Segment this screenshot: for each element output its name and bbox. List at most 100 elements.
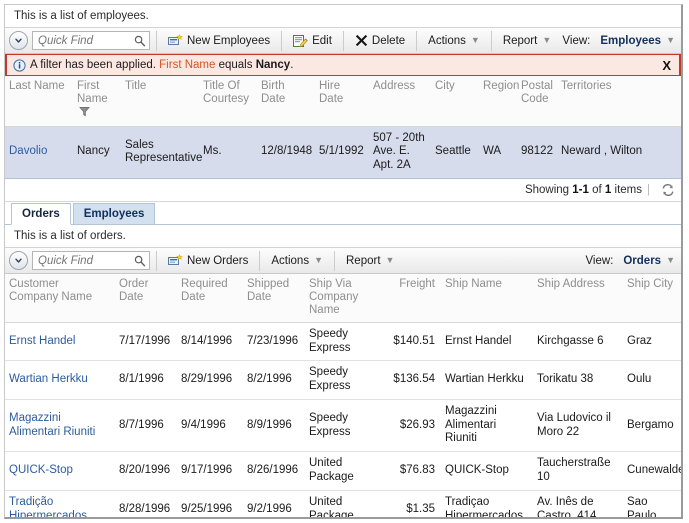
cell-ship-via: Speedy Express <box>305 360 383 400</box>
employees-search-input[interactable] <box>38 34 134 47</box>
col-ship-via-company-name[interactable]: Ship Via Company Name <box>305 274 383 323</box>
orders-view-selector[interactable]: Orders ▼ <box>618 250 677 272</box>
employees-grid: Last Name First Name Title Title Of Cour… <box>5 76 681 180</box>
toolbar-divider <box>334 250 335 271</box>
col-ship-city[interactable]: Ship City <box>623 274 681 323</box>
cell-ship-via: United Package <box>305 451 383 491</box>
cell-freight: $26.93 <box>383 399 441 453</box>
cell-ship-address: Av. Inês de Castro, 414 <box>533 490 623 517</box>
toolbar-divider <box>416 30 418 51</box>
chevron-down-icon[interactable] <box>9 31 28 50</box>
orders-search-input[interactable] <box>38 254 134 267</box>
actions-menu-button[interactable]: Actions ▼ <box>423 30 485 52</box>
col-title[interactable]: Title <box>121 76 199 127</box>
orders-quick-find[interactable] <box>9 250 150 271</box>
cell-required-date: 9/25/1996 <box>177 490 243 517</box>
col-last-name[interactable]: Last Name <box>5 76 73 127</box>
col-birth-date[interactable]: Birth Date <box>257 76 315 127</box>
col-territories[interactable]: Territories <box>557 76 681 127</box>
tab-orders[interactable]: Orders <box>11 203 71 226</box>
cell-last-name[interactable]: Davolio <box>5 126 73 180</box>
employees-toolbar: New Employees Edit <box>5 27 681 54</box>
table-row[interactable]: Magazzini Alimentari Riuniti 8/7/1996 9/… <box>5 399 681 453</box>
table-row[interactable]: QUICK-Stop 8/20/1996 9/17/1996 8/26/1996… <box>5 451 681 491</box>
cell-customer[interactable]: Ernst Handel <box>5 322 115 362</box>
cell-order-date: 7/17/1996 <box>115 322 177 362</box>
search-icon[interactable] <box>134 35 146 47</box>
employees-description: This is a list of employees. <box>5 5 681 27</box>
divider: | <box>647 184 650 197</box>
screenshot-root: This is a list of employees. Quick Find … <box>0 0 689 523</box>
refresh-icon[interactable] <box>661 183 675 197</box>
cell-territories: Neward , Wilton <box>557 126 681 180</box>
orders-actions-menu-button[interactable]: Actions ▼ <box>266 250 328 272</box>
chevron-down-icon: ▼ <box>470 35 480 45</box>
cell-customer[interactable]: Magazzini Alimentari Riuniti <box>5 399 115 453</box>
edit-pencil-icon <box>293 34 308 48</box>
edit-button[interactable]: Edit <box>288 30 337 52</box>
cell-ship-address: Kirchgasse 6 <box>533 322 623 362</box>
new-employees-button[interactable]: New Employees <box>163 30 275 52</box>
col-hire-date[interactable]: Hire Date <box>315 76 369 127</box>
new-employees-label: New Employees <box>187 34 271 47</box>
col-title-of-courtesy[interactable]: Title Of Courtesy <box>199 76 257 127</box>
col-shipped-date[interactable]: Shipped Date <box>243 274 305 323</box>
cell-customer[interactable]: Wartian Herkku <box>5 360 115 400</box>
col-order-date[interactable]: Order Date <box>115 274 177 323</box>
new-orders-button[interactable]: New Orders <box>163 250 253 272</box>
col-freight[interactable]: Freight <box>383 274 441 323</box>
table-row[interactable]: Tradição Hipermercados 8/28/1996 9/25/19… <box>5 490 681 517</box>
orders-report-menu-button[interactable]: Report ▼ <box>341 250 399 272</box>
chevron-down-icon[interactable] <box>9 251 28 271</box>
col-region[interactable]: Region <box>479 76 519 127</box>
cell-ship-address: Via Ludovico il Moro 22 <box>533 399 623 453</box>
cell-ship-name: Wartian Herkku <box>441 360 533 400</box>
col-customer-company-name[interactable]: Customer Company Name <box>5 274 115 323</box>
cell-customer[interactable]: Tradição Hipermercados <box>5 490 115 517</box>
cell-ship-city: Oulu <box>623 360 681 400</box>
table-row[interactable]: Wartian Herkku 8/1/1996 8/29/1996 8/2/19… <box>5 360 681 400</box>
employees-view-selector[interactable]: Employees ▼ <box>595 30 677 52</box>
orders-header-row: Customer Company Name Order Date Require… <box>5 274 681 323</box>
chevron-down-icon: ▼ <box>314 255 323 266</box>
table-row[interactable]: Ernst Handel 7/17/1996 8/14/1996 7/23/19… <box>5 322 681 362</box>
showing-items-label: items <box>614 184 642 197</box>
cell-freight: $136.54 <box>383 360 441 400</box>
search-input-box[interactable] <box>32 251 150 271</box>
filter-funnel-icon[interactable] <box>79 106 90 121</box>
cell-ship-address: Torikatu 38 <box>533 360 623 400</box>
cell-city: Seattle <box>431 126 479 180</box>
close-filter-icon[interactable]: X <box>660 58 673 73</box>
cell-freight: $1.35 <box>383 490 441 517</box>
cell-ship-via: Speedy Express <box>305 399 383 453</box>
col-address[interactable]: Address <box>369 76 431 127</box>
col-required-date[interactable]: Required Date <box>177 274 243 323</box>
employees-grid-footer: Showing 1-1 of 1 items | <box>5 179 681 203</box>
chevron-down-icon: ▼ <box>385 255 395 266</box>
search-icon[interactable] <box>134 255 146 267</box>
col-ship-name[interactable]: Ship Name <box>441 274 533 323</box>
cell-customer[interactable]: QUICK-Stop <box>5 451 115 491</box>
delete-x-icon <box>355 34 368 47</box>
col-postal-code[interactable]: Postal Code <box>517 76 557 127</box>
col-first-name[interactable]: First Name <box>73 76 121 127</box>
col-ship-address[interactable]: Ship Address <box>533 274 623 323</box>
cell-ship-via: Speedy Express <box>305 322 383 362</box>
toolbar-divider <box>259 250 261 271</box>
cell-ship-name: Tradiçao Hipermercados <box>441 490 533 517</box>
orders-rows: Ernst Handel 7/17/1996 8/14/1996 7/23/19… <box>5 322 681 517</box>
new-record-icon <box>168 254 183 267</box>
table-row[interactable]: Davolio Nancy Sales Representative Ms. 1… <box>5 126 681 180</box>
cell-shipped-date: 8/9/1996 <box>243 399 305 453</box>
showing-prefix: Showing <box>524 184 570 197</box>
col-city[interactable]: City <box>431 76 479 127</box>
delete-button[interactable]: Delete <box>350 30 410 52</box>
tab-employees[interactable]: Employees <box>72 203 156 225</box>
app-frame: This is a list of employees. Quick Find … <box>4 4 683 519</box>
search-input-box[interactable] <box>32 31 150 50</box>
employees-quick-find[interactable] <box>9 30 150 51</box>
report-menu-button[interactable]: Report ▼ <box>498 30 556 52</box>
employees-header-row: Last Name First Name Title Title Of Cour… <box>5 76 681 127</box>
actions-label: Actions <box>428 34 466 47</box>
delete-label: Delete <box>371 34 406 47</box>
